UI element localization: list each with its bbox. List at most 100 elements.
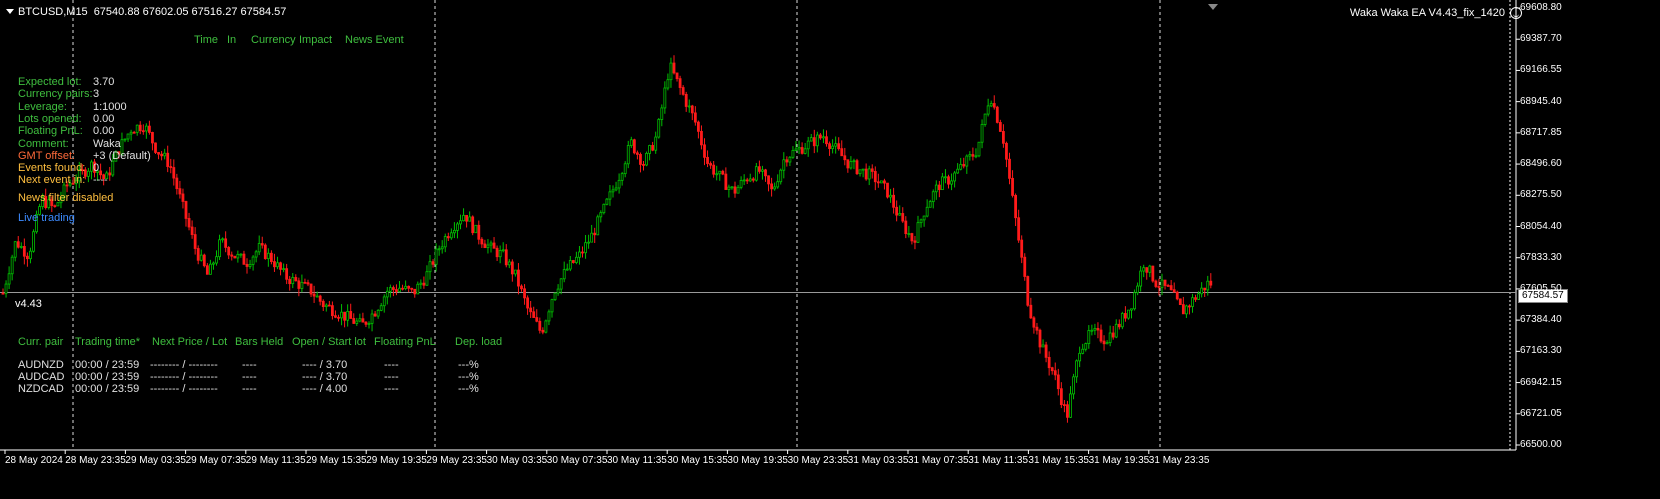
candle-body (672, 62, 676, 74)
candle-body (330, 305, 334, 317)
info-label-4: Floating PnL: (18, 125, 83, 138)
candle-body (1111, 332, 1115, 338)
candle-body (1038, 329, 1042, 348)
time-tick-6: 29 May 19:35 (366, 455, 427, 466)
candle-body (1108, 332, 1112, 344)
candle-body (538, 320, 542, 331)
candle-body (279, 262, 282, 270)
candle-body (437, 248, 441, 251)
candle-body (428, 261, 432, 273)
candle-body (468, 216, 472, 222)
candle-body (1172, 289, 1176, 293)
candle-body (1035, 326, 1039, 331)
chart-shift-marker-icon[interactable] (1208, 4, 1218, 10)
candle-body (806, 140, 810, 150)
candle-body (1053, 370, 1057, 376)
pairs-cell-2-4: ---- / 4.00 (302, 383, 348, 395)
candle-body (907, 233, 911, 235)
candle-body (1160, 279, 1164, 288)
candle-body (132, 131, 136, 134)
time-tick-5: 29 May 15:35 (306, 455, 367, 466)
candle-body (1044, 344, 1048, 358)
candle-body (443, 236, 447, 248)
candle-body (913, 240, 917, 243)
candle-body (22, 246, 26, 257)
candle-body (212, 262, 215, 265)
candle-body (199, 254, 203, 261)
candle-body (773, 186, 777, 190)
candle-body (785, 159, 789, 163)
candle-body (1185, 305, 1188, 315)
price-tick-10: 67384.40 (1520, 314, 1562, 326)
candle-body (382, 296, 386, 307)
candle-body (547, 311, 551, 322)
candle-body (291, 277, 295, 285)
time-tick-11: 30 May 15:35 (667, 455, 728, 466)
candle-body (608, 191, 612, 200)
candle-body (825, 136, 828, 145)
candle-body (895, 206, 899, 216)
candle-body (1139, 270, 1143, 287)
candle-body (398, 287, 401, 292)
candle-body (1191, 297, 1194, 307)
candle-body (87, 170, 90, 177)
candle-body (834, 143, 838, 147)
candle-body (514, 269, 517, 275)
news-column-1: In (227, 34, 237, 46)
symbol-menu-icon[interactable] (6, 9, 14, 14)
candle-body (483, 243, 487, 249)
info-value-5: Waka (93, 137, 121, 150)
candle-body (410, 287, 414, 290)
candle-body (886, 182, 889, 198)
candle-body (575, 256, 578, 263)
candle-body (626, 145, 630, 165)
candle-body (306, 282, 310, 285)
candle-body (559, 278, 563, 290)
candle-body (163, 152, 167, 157)
pairs-header-6: Dep. load (455, 336, 503, 348)
price-tick-9: 67605.50 (1520, 282, 1562, 294)
info-label-7: Events found: (18, 162, 86, 175)
candle-body (285, 268, 289, 280)
candle-body (309, 283, 313, 295)
price-chart[interactable] (0, 0, 1660, 499)
candle-body (370, 313, 374, 324)
candle-body (1151, 265, 1155, 282)
candle-body (7, 273, 11, 285)
candle-body (1114, 323, 1118, 338)
candle-body (452, 229, 456, 234)
candle-body (983, 113, 987, 125)
time-tick-14: 31 May 03:35 (847, 455, 909, 466)
candle-body (1197, 293, 1200, 300)
candle-body (1105, 342, 1109, 345)
candle-body (1157, 286, 1161, 288)
candle-body (934, 184, 938, 193)
candle-body (1056, 374, 1060, 390)
info-value-3: 0.00 (93, 112, 115, 125)
candle-body (181, 193, 185, 202)
candle-body (160, 153, 164, 157)
candle-body (962, 164, 966, 167)
candle-body (29, 250, 32, 260)
candle-body (300, 281, 304, 289)
candle-body (1194, 297, 1197, 300)
time-tick-4: 29 May 11:35 (245, 455, 306, 466)
time-tick-2: 29 May 03:35 (125, 455, 186, 466)
candle-body (379, 305, 383, 311)
candle-body (822, 136, 825, 139)
candle-body (889, 194, 892, 198)
news-column-2: Currency (251, 34, 296, 46)
candle-body (998, 122, 1002, 132)
candle-body (782, 159, 786, 171)
info-value-2: 1:1000 (93, 100, 127, 113)
candle-body (172, 167, 176, 179)
candle-body (1090, 329, 1094, 332)
pairs-header-2: Next Price / Lot (152, 336, 228, 348)
candle-body (1099, 329, 1103, 342)
candle-body (151, 132, 154, 144)
candle-body (489, 242, 493, 246)
candle-body (16, 241, 20, 248)
candle-body (1127, 309, 1130, 319)
candle-body (980, 124, 984, 143)
candle-body (1023, 256, 1027, 277)
